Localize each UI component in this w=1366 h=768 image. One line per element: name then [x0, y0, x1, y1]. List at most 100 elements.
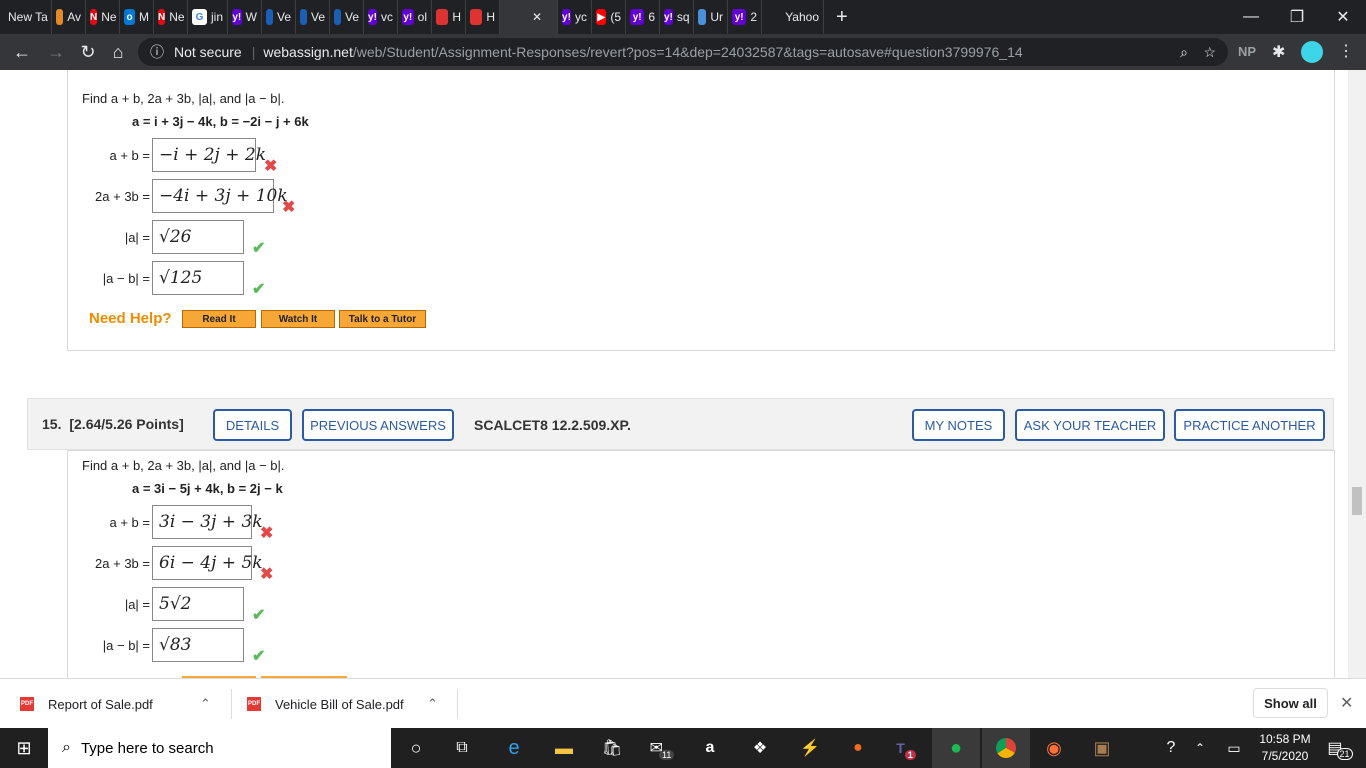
info-icon[interactable]: ⓘ — [150, 42, 164, 62]
tab-strip: New Ta Av N Ne o M N Ne Gjin y! W Ve Ve Ve y! vc y! ol H H ✕… — [0, 0, 1366, 34]
tab-title: Yahoo — [785, 10, 819, 24]
answer-input[interactable]: √26 — [152, 220, 244, 254]
edge-icon[interactable]: e — [494, 728, 534, 768]
url-host: webassign.net — [263, 44, 353, 60]
url-separator: | — [251, 44, 256, 60]
watch-it-button[interactable]: Watch It — [261, 310, 335, 328]
browser-tab[interactable]: Yahoo — [762, 0, 824, 34]
download-item-report[interactable]: PDF Report of Sale.pdf ⌃ — [20, 679, 211, 729]
cortana-icon[interactable]: ○ — [396, 728, 436, 768]
browser-tab[interactable]: N Ne — [86, 0, 120, 34]
page-scrollbar[interactable] — [1348, 70, 1366, 678]
browser-tab[interactable]: y! 2 — [728, 0, 762, 34]
browser-tab[interactable]: Ve — [330, 0, 364, 34]
tab-favicon-icon — [334, 9, 341, 25]
profile-avatar[interactable] — [1301, 41, 1323, 63]
battery-icon[interactable]: ▭ — [1222, 728, 1246, 768]
my-notes-button[interactable]: MY NOTES — [912, 409, 1005, 441]
browser-tab[interactable]: y! vc — [364, 0, 398, 34]
tab-close-icon[interactable]: ✕ — [532, 10, 542, 24]
answer-input[interactable]: −4i + 3j + 10k — [152, 179, 288, 213]
browser-tab[interactable]: ▶ (5 — [592, 0, 626, 34]
download-item-bill[interactable]: PDF Vehicle Bill of Sale.pdf ⌃ — [247, 679, 438, 729]
browser-tab[interactable]: ✕ — [500, 0, 558, 34]
chevron-up-icon[interactable]: ⌃ — [427, 696, 438, 712]
browser-tab[interactable]: H — [432, 0, 466, 34]
browser-tab[interactable]: y! sq — [660, 0, 694, 34]
tray-chevron-up-icon[interactable]: ⌃ — [1190, 728, 1210, 768]
notification-center-icon[interactable]: ▤ 21 — [1322, 728, 1358, 768]
search-icon: ⌕ — [62, 739, 71, 756]
show-all-button[interactable]: Show all — [1253, 688, 1328, 718]
tab-favicon-icon: ▶ — [596, 9, 607, 25]
url-bar[interactable]: ⓘ Not secure | webassign.net /web/Studen… — [138, 38, 1228, 66]
answer-input[interactable]: −i + 2j + 2k — [152, 138, 266, 172]
tab-title: Ve — [276, 10, 291, 24]
browser-tab[interactable]: y! ol — [398, 0, 432, 34]
back-icon[interactable]: ← — [6, 36, 38, 68]
ask-your-teacher-button[interactable]: ASK YOUR TEACHER — [1015, 409, 1165, 441]
reload-icon[interactable]: ↻ — [72, 36, 104, 68]
browser-tab[interactable]: Ur — [694, 0, 728, 34]
browser-tab[interactable]: Gjin — [188, 0, 228, 34]
taskbar-search-box[interactable]: ⌕ Type here to search — [48, 728, 391, 768]
store-icon[interactable]: 🛍 — [592, 728, 632, 768]
tab-title: yc — [575, 10, 587, 24]
answer-input[interactable]: 3i − 3j + 3k — [152, 505, 263, 539]
winamp-icon[interactable]: ⚡ — [790, 728, 830, 768]
origin-icon[interactable]: ● — [838, 728, 878, 768]
amazon-icon[interactable]: a — [690, 728, 730, 768]
chevron-up-icon[interactable]: ⌃ — [200, 696, 211, 712]
bookmark-star-icon[interactable]: ☆ — [1203, 44, 1216, 61]
answer-input[interactable]: 6i − 4j + 5k — [152, 546, 263, 580]
tab-title: Ve — [310, 10, 325, 24]
browser-tab[interactable]: Av — [52, 0, 86, 34]
close-download-bar-icon[interactable]: ✕ — [1340, 693, 1353, 713]
browser-tab[interactable]: Ve — [262, 0, 296, 34]
minimize-button[interactable]: — — [1228, 0, 1274, 34]
home-icon[interactable]: ⌂ — [102, 36, 134, 68]
firefox-icon[interactable]: ◉ — [1032, 728, 1076, 768]
zoom-search-icon[interactable]: ⌕ — [1180, 44, 1188, 61]
minecraft-icon[interactable]: ▣ — [1080, 728, 1124, 768]
help-icon[interactable]: ? — [1156, 728, 1186, 768]
tab-favicon-icon — [436, 9, 449, 25]
new-tab-button[interactable]: + — [824, 6, 860, 29]
windows-start-icon[interactable]: ⊞ — [0, 728, 48, 768]
mail-icon[interactable]: ✉ 11 — [642, 728, 682, 768]
browser-tab[interactable]: y! 6 — [626, 0, 660, 34]
scrollbar-thumb[interactable] — [1352, 487, 1362, 515]
browser-tab[interactable]: y! yc — [558, 0, 592, 34]
browser-tab[interactable]: y! W — [228, 0, 262, 34]
browser-tab[interactable]: New Ta — [0, 0, 52, 34]
close-window-button[interactable]: ✕ — [1320, 0, 1366, 34]
browser-tab[interactable]: H — [466, 0, 500, 34]
tab-title: sq — [676, 10, 690, 24]
browser-tab[interactable]: Ve — [296, 0, 330, 34]
q14-prompt: Find a + b, 2a + 3b, |a|, and |a − b|. — [82, 91, 285, 106]
file-explorer-icon[interactable]: ▬ — [544, 728, 584, 768]
read-it-button[interactable]: Read It — [182, 310, 256, 328]
spotify-icon[interactable]: ● — [932, 728, 980, 768]
browser-tab[interactable]: oM — [120, 0, 154, 34]
answer-input[interactable]: 5√2 — [152, 587, 244, 621]
details-button[interactable]: DETAILS — [213, 409, 292, 441]
extension-np-icon[interactable]: NP — [1238, 44, 1256, 59]
answer-input[interactable]: √83 — [152, 628, 244, 662]
browser-tab[interactable]: N Ne — [154, 0, 188, 34]
teams-icon[interactable]: T1 — [886, 728, 926, 768]
practice-another-button[interactable]: PRACTICE ANOTHER — [1174, 409, 1325, 441]
task-view-icon[interactable]: ⧉ — [442, 728, 482, 768]
clock[interactable]: 10:58 PM 7/5/2020 — [1252, 731, 1318, 765]
extensions-puzzle-icon[interactable]: ✱ — [1272, 42, 1285, 62]
previous-answers-button[interactable]: PREVIOUS ANSWERS — [302, 409, 454, 441]
menu-dots-icon[interactable]: ⋮ — [1338, 41, 1354, 61]
maximize-button[interactable]: ❐ — [1274, 0, 1320, 34]
dropbox-icon[interactable]: ❖ — [740, 728, 780, 768]
answer-input[interactable]: √125 — [152, 261, 244, 295]
answer-label: 2a + 3b = — [95, 556, 150, 571]
forward-icon[interactable]: → — [40, 36, 72, 68]
tab-title: Av — [67, 10, 81, 24]
talk-to-tutor-button[interactable]: Talk to a Tutor — [339, 310, 426, 328]
chrome-icon[interactable] — [982, 728, 1030, 768]
